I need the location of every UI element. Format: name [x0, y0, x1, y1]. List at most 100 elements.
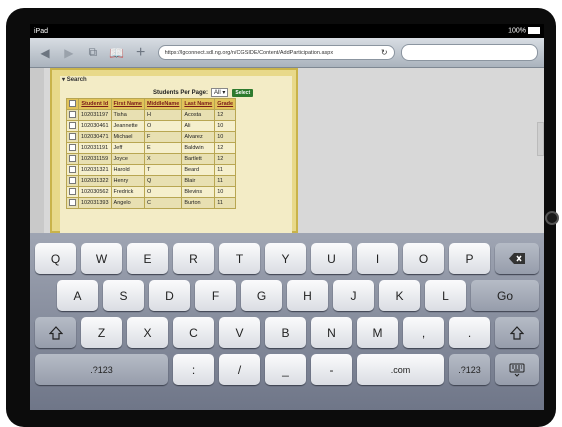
url-text: https://lgconnect.sdl.ng.org/n/CGSIDE/Co… [164, 49, 334, 56]
key-c[interactable]: C [173, 317, 214, 348]
key-f[interactable]: F [195, 280, 236, 311]
key-d[interactable]: D [149, 280, 190, 311]
backspace-icon [509, 253, 525, 264]
column-header[interactable]: MiddleName [143, 98, 183, 110]
cell: X [143, 153, 183, 165]
row-checkbox[interactable] [69, 110, 76, 118]
key-p[interactable]: P [449, 243, 490, 274]
select-all-checkbox[interactable] [69, 99, 76, 107]
shift-icon [48, 325, 63, 340]
cell: 102031191 [78, 142, 112, 154]
row-checkbox[interactable] [69, 165, 76, 173]
per-page-label: Students Per Page: [153, 89, 209, 96]
status-bar: iPad 100% [30, 24, 544, 38]
cell: O [143, 120, 183, 132]
go-key[interactable]: Go [471, 280, 539, 311]
column-header[interactable]: Grade [214, 98, 237, 110]
numbers-key-left[interactable]: .?123 [35, 354, 168, 385]
key-b[interactable]: B [265, 317, 306, 348]
cell: Acosta [181, 109, 216, 121]
key-m[interactable]: M [357, 317, 398, 348]
search-field[interactable] [400, 44, 538, 61]
shift-key-left[interactable] [35, 317, 76, 348]
key-e[interactable]: E [127, 243, 168, 274]
search-heading[interactable]: ▾ Search [62, 76, 87, 83]
key-comma[interactable]: , [403, 317, 444, 348]
key-a[interactable]: A [57, 280, 98, 311]
cell: Burton [181, 197, 216, 209]
key-period[interactable]: . [449, 317, 490, 348]
key-g[interactable]: G [241, 280, 282, 311]
search-heading-text: Search [66, 77, 87, 83]
key-q[interactable]: Q [35, 243, 76, 274]
key-r[interactable]: R [173, 243, 214, 274]
cell: Blair [181, 175, 216, 187]
url-field[interactable]: https://lgconnect.sdl.ng.org/n/CGSIDE/Co… [157, 45, 395, 60]
home-button[interactable] [545, 211, 559, 225]
keyboard-dismiss-icon [509, 363, 525, 377]
key-k[interactable]: K [379, 280, 420, 311]
key-v[interactable]: V [219, 317, 260, 348]
key-u[interactable]: U [311, 243, 352, 274]
key-z[interactable]: Z [81, 317, 122, 348]
scroll-indicator[interactable] [537, 122, 544, 156]
forward-icon[interactable]: ▶ [60, 44, 78, 62]
key-h[interactable]: H [287, 280, 328, 311]
column-header[interactable]: Student Id [78, 98, 112, 110]
per-page-select[interactable]: All ▾ [211, 88, 229, 97]
table-row: 102031191 Jeff E Baldwin 12 [66, 142, 237, 154]
cell: 12 [214, 109, 237, 121]
key-w[interactable]: W [81, 243, 122, 274]
reload-icon[interactable]: ↻ [381, 48, 388, 57]
cell: 11 [214, 197, 237, 209]
cell: 10 [214, 186, 237, 198]
row-checkbox[interactable] [69, 132, 76, 140]
cell: Angelo [110, 197, 145, 209]
key-s[interactable]: S [103, 280, 144, 311]
key-underscore[interactable]: _ [265, 354, 306, 385]
cell: Fredrick [110, 186, 145, 198]
key-o[interactable]: O [403, 243, 444, 274]
backspace-key[interactable] [495, 243, 539, 274]
column-header[interactable]: Last Name [181, 98, 216, 110]
key-x[interactable]: X [127, 317, 168, 348]
left-margin [30, 68, 44, 233]
cell: T [143, 164, 183, 176]
cell: Harold [110, 164, 145, 176]
key-l[interactable]: L [425, 280, 466, 311]
cell: 102030562 [78, 186, 112, 198]
key-colon[interactable]: : [173, 354, 214, 385]
key-y[interactable]: Y [265, 243, 306, 274]
numbers-key-right[interactable]: .?123 [449, 354, 490, 385]
back-icon[interactable]: ◀ [36, 44, 54, 62]
row-checkbox[interactable] [69, 121, 76, 129]
key-slash[interactable]: / [219, 354, 260, 385]
tabs-icon[interactable]: ⧉ [84, 44, 102, 62]
row-checkbox[interactable] [69, 143, 76, 151]
row-checkbox[interactable] [69, 176, 76, 184]
key-i[interactable]: I [357, 243, 398, 274]
key-t[interactable]: T [219, 243, 260, 274]
table-row: 102031159 Joyce X Bartlett 12 [66, 153, 237, 165]
per-page-control: Students Per Page: All ▾ Select [153, 88, 254, 97]
add-icon[interactable]: + [132, 44, 150, 62]
cell: 102031197 [78, 109, 112, 121]
select-button[interactable]: Select [232, 88, 254, 97]
row-checkbox[interactable] [69, 198, 76, 206]
column-header[interactable]: First Name [110, 98, 145, 110]
dotcom-key[interactable]: .com [357, 354, 444, 385]
cell: F [143, 131, 183, 143]
bookmarks-icon[interactable]: 📖 [108, 44, 126, 62]
row-checkbox[interactable] [69, 187, 76, 195]
hide-keyboard-key[interactable] [495, 354, 539, 385]
key-hyphen[interactable]: - [311, 354, 352, 385]
table-header-row: Student Id First Name MiddleName Last Na… [66, 98, 237, 110]
row-checkbox[interactable] [69, 154, 76, 162]
key-n[interactable]: N [311, 317, 352, 348]
page-content: ▾ Search Students Per Page: All ▾ Select… [30, 68, 544, 233]
cell: H [143, 109, 183, 121]
shift-key-right[interactable] [495, 317, 539, 348]
table-row: 102030461 Jeannette O Ali 10 [66, 120, 237, 132]
header-checkbox-cell[interactable] [66, 98, 79, 110]
key-j[interactable]: J [333, 280, 374, 311]
